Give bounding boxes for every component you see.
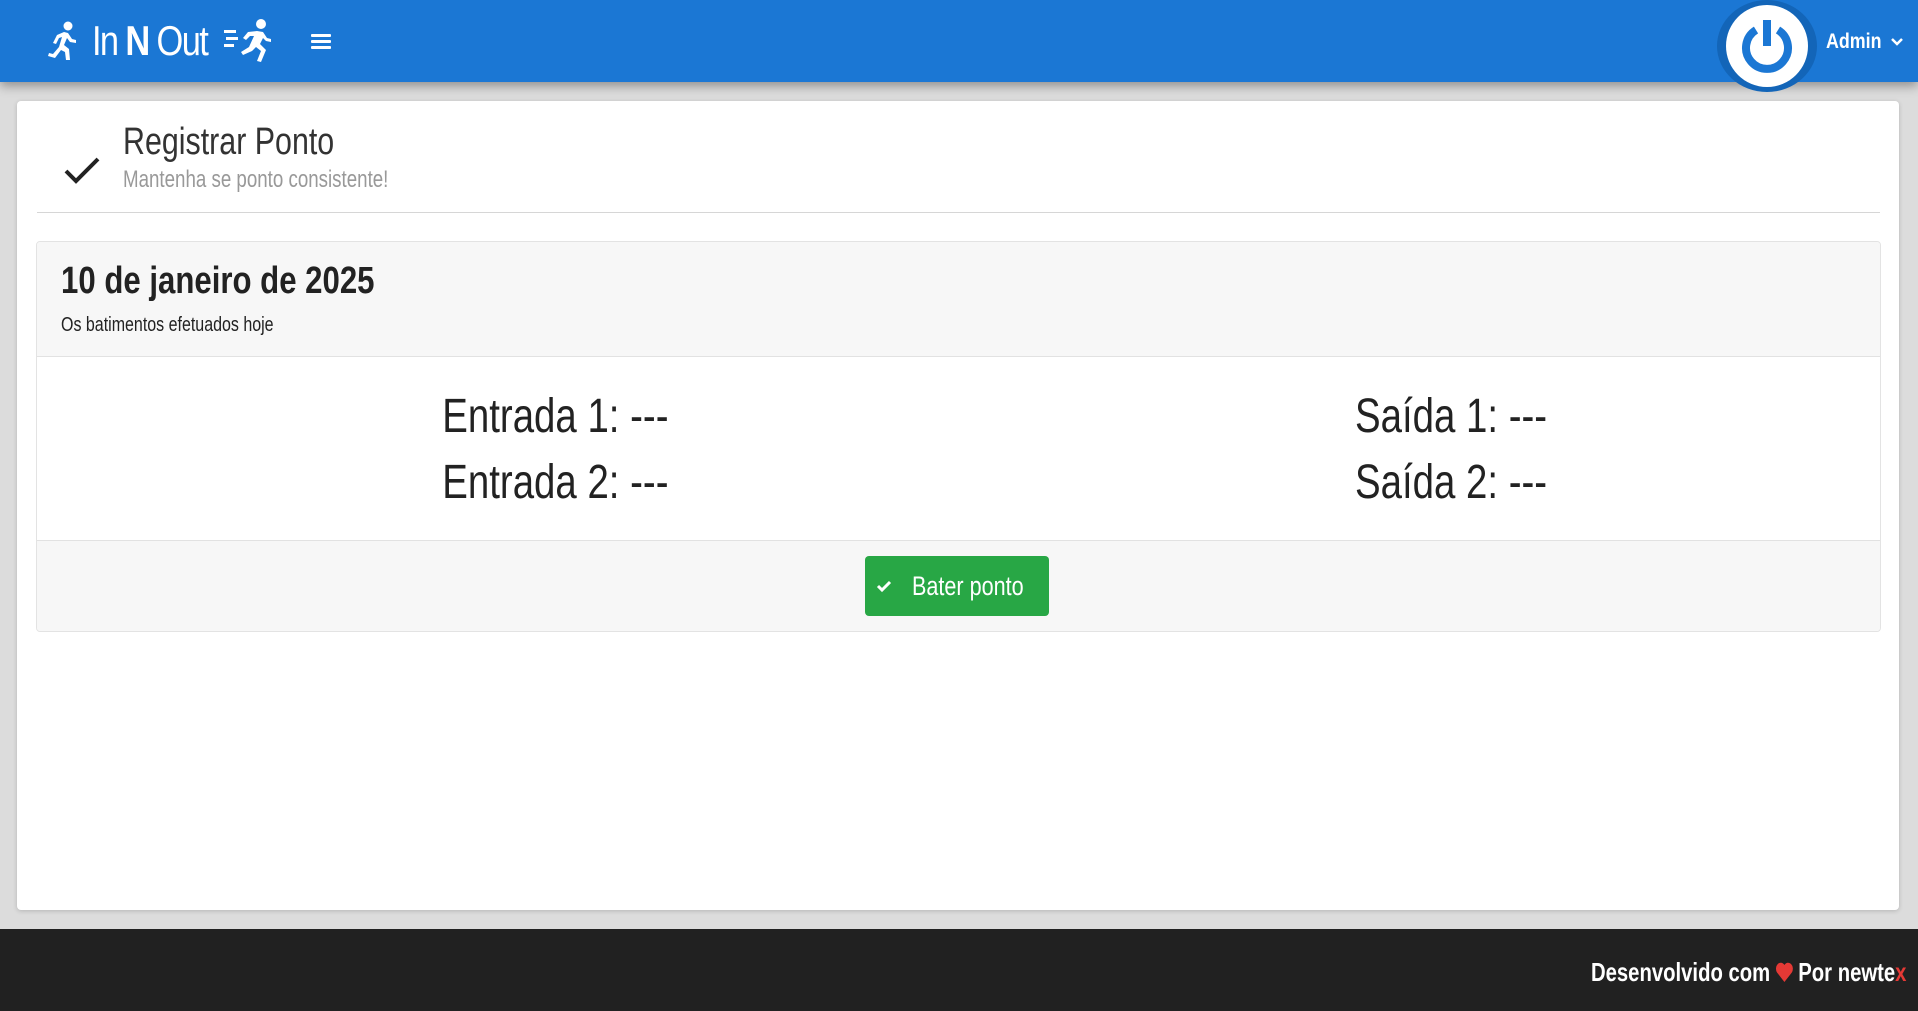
brand-word-out: Out (148, 17, 209, 64)
menu-bar (311, 34, 331, 37)
entrada-2-record: Entrada 2: --- (325, 455, 785, 510)
avatar[interactable] (1717, 0, 1817, 92)
saida-1-text: Saída 1: --- (1354, 390, 1548, 443)
heart-icon (1775, 962, 1793, 982)
check-icon (64, 157, 100, 184)
saida-1-record: Saída 1: --- (1221, 389, 1681, 444)
menu-bar (311, 46, 331, 49)
user-name: Admin (1826, 30, 1882, 53)
check-icon (877, 580, 892, 593)
top-navbar: In N Out Admin (0, 0, 1918, 92)
footer-text-after: Por newte (1797, 956, 1895, 987)
entrada-1-text: Entrada 1: --- (441, 390, 669, 443)
brand-logo[interactable]: In N Out (44, 16, 272, 66)
entrada-2-text: Entrada 2: --- (441, 456, 669, 509)
running-person-icon (48, 21, 76, 60)
panel-footer: Bater ponto (37, 540, 1880, 631)
daily-records-panel: 10 de janeiro de 2025 Os batimentos efet… (36, 241, 1881, 632)
current-date: 10 de janeiro de 2025 (61, 260, 375, 302)
content-card: Registrar Ponto Mantenha se ponto consis… (17, 101, 1899, 910)
panel-description: Os batimentos efetuados hoje (61, 314, 274, 336)
page-title: Registrar Ponto (123, 121, 335, 163)
footer-brand-accent: x (1894, 956, 1906, 987)
brand-word-in: In (92, 17, 126, 64)
user-dropdown[interactable]: Admin (1826, 26, 1904, 58)
page-subtitle: Mantenha se ponto consistente! (123, 166, 389, 193)
page-header: Registrar Ponto Mantenha se ponto consis… (37, 121, 1880, 213)
footer-credits: Desenvolvido com Por newte x (1591, 957, 1906, 987)
saida-2-record: Saída 2: --- (1221, 455, 1681, 510)
running-fast-icon (224, 19, 272, 62)
panel-body: Entrada 1: --- Entrada 2: --- Saída 1: -… (37, 357, 1880, 540)
page-footer: Desenvolvido com Por newte x (0, 929, 1918, 1011)
panel-header: 10 de janeiro de 2025 Os batimentos efet… (37, 242, 1880, 357)
brand-name: In N Out (92, 17, 209, 65)
entrada-1-record: Entrada 1: --- (325, 389, 785, 444)
power-icon (1742, 20, 1792, 73)
bater-ponto-button[interactable]: Bater ponto (865, 556, 1049, 616)
footer-text-before: Desenvolvido com (1590, 956, 1770, 987)
chevron-down-icon (1891, 38, 1903, 46)
bater-ponto-label: Bater ponto (912, 570, 1024, 601)
saida-2-text: Saída 2: --- (1354, 456, 1548, 509)
menu-bar (311, 40, 331, 43)
hamburger-menu-icon[interactable] (311, 34, 331, 50)
avatar-badge (1726, 5, 1808, 87)
brand-word-n: N (125, 17, 150, 64)
